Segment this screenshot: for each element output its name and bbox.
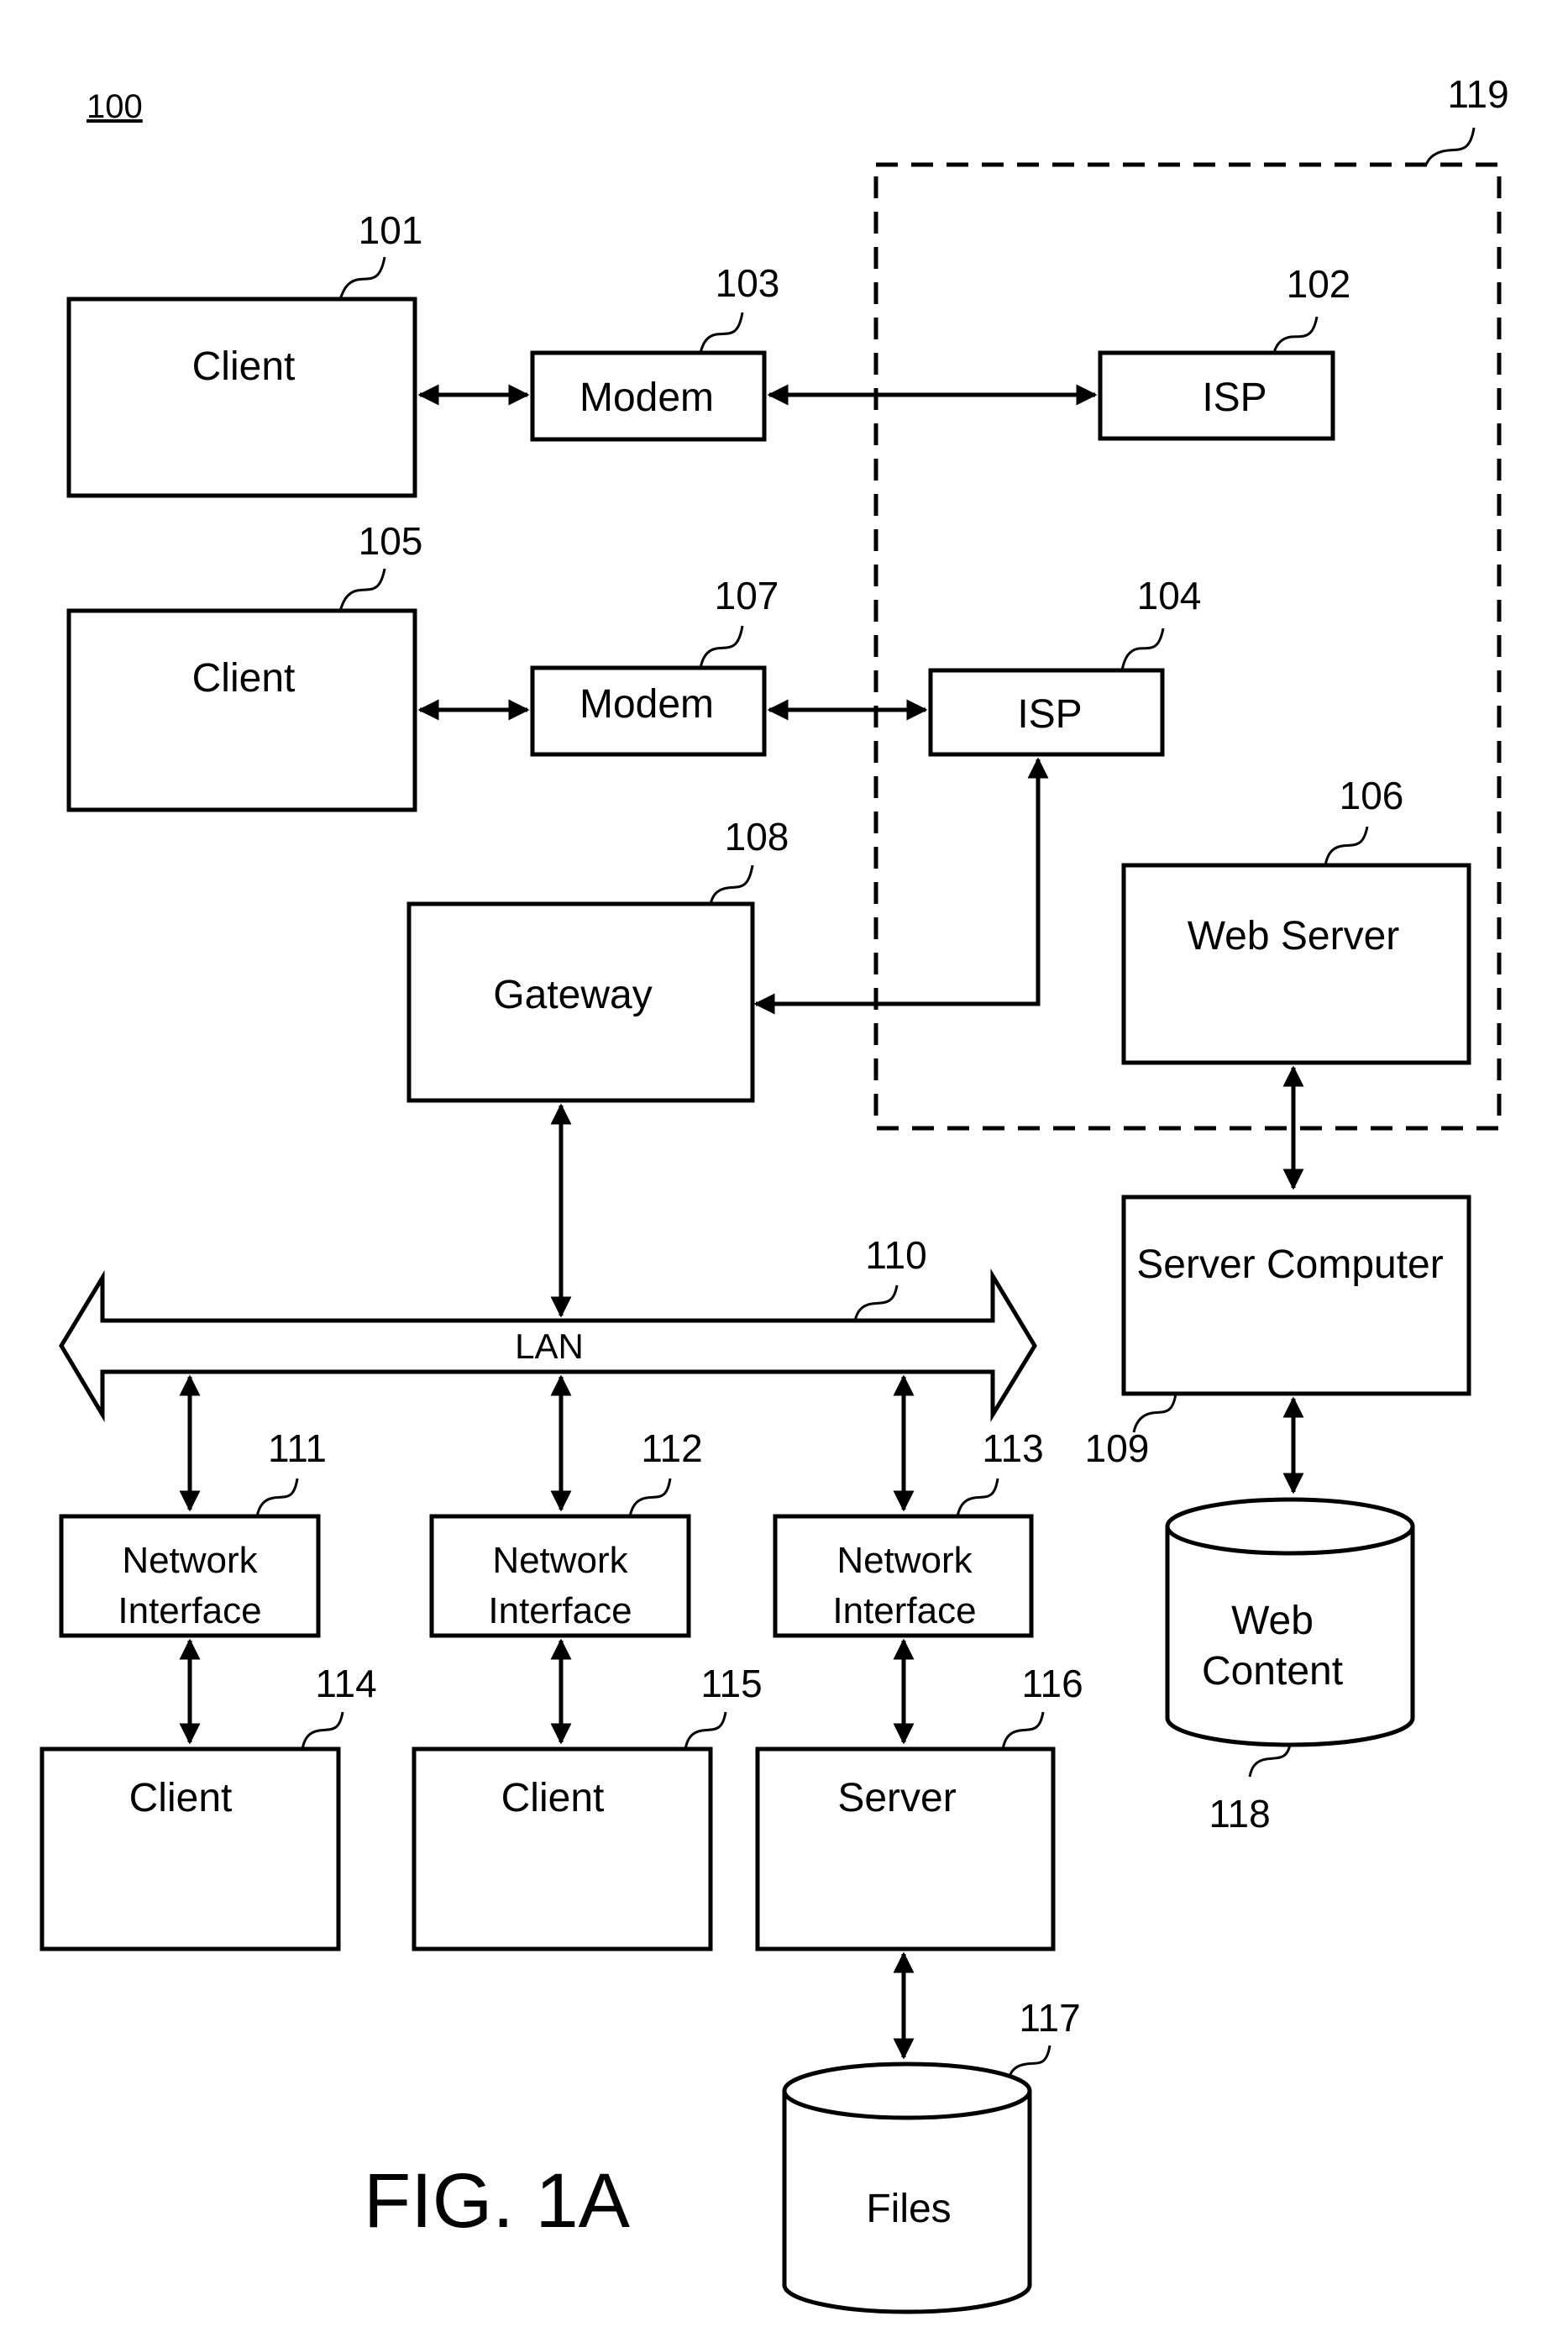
ref-114: 114 [315,1662,376,1705]
leader-112 [628,1478,672,1517]
leader-118 [1248,1744,1292,1778]
isp-102-label: ISP [1202,376,1266,420]
ref-109: 109 [1085,1426,1150,1470]
ref-117: 117 [1019,1996,1080,2040]
ni-111-label-line1: Network [122,1540,258,1581]
ref-112: 112 [641,1426,702,1470]
network-interface-113[interactable]: Network Interface [773,1514,1034,1638]
leader-116 [1001,1711,1045,1750]
ni-111-label-line2: Interface [118,1590,261,1631]
web-content-118[interactable]: Web Content [1165,1497,1415,1747]
ref-102: 102 [1287,262,1351,306]
network-interface-111[interactable]: Network Interface [59,1514,321,1638]
lan-110[interactable]: LAN [59,1268,1037,1423]
modem-107-label: Modem [579,682,714,727]
server-116-label: Server [837,1776,956,1820]
client-101-label: Client [192,344,296,389]
files-117-label: Files [866,2187,951,2231]
isp-102[interactable]: ISP [1098,350,1335,441]
client-115[interactable]: Client [412,1746,713,1951]
client-101[interactable]: Client [66,297,417,498]
gateway-108[interactable]: Gateway [406,901,755,1103]
figure-reference: 100 [87,88,143,125]
modem-107[interactable]: Modem [530,665,767,757]
client-115-label: Client [501,1776,605,1820]
leader-106 [1324,826,1369,866]
ni-112-label-line2: Interface [488,1590,632,1631]
web-server-106[interactable]: Web Server [1121,863,1471,1065]
ref-103: 103 [716,261,780,305]
client-114-label: Client [129,1776,233,1820]
figure-caption: FIG. 1A [364,2158,631,2244]
modem-103[interactable]: Modem [530,350,767,442]
network-interface-112[interactable]: Network Interface [429,1514,691,1638]
leader-114 [301,1711,344,1750]
leader-107 [699,625,744,669]
server-computer-109-label: Server Computer [1136,1242,1443,1287]
ref-108: 108 [725,815,789,859]
ref-113: 113 [982,1426,1043,1470]
web-content-118-label-line2: Content [1202,1649,1343,1694]
web-content-118-label-line1: Web [1231,1599,1314,1643]
lan-110-label: LAN [515,1326,584,1366]
ni-112-label-line1: Network [492,1540,628,1581]
client-105-label: Client [192,656,296,701]
leader-117 [1008,2045,1051,2077]
leader-115 [684,1711,727,1750]
leader-104 [1120,628,1165,671]
ref-110: 110 [865,1233,926,1277]
leader-108 [709,864,754,905]
files-117[interactable]: Files [782,2062,1032,2314]
ref-115: 115 [700,1662,762,1705]
ref-106: 106 [1340,774,1404,817]
leader-103 [699,312,744,354]
network-diagram: 100 119 Client 101 Modem 103 ISP 102 Cli… [39,72,1509,2314]
ref-119: 119 [1447,72,1508,116]
ref-101: 101 [359,208,423,252]
web-server-106-label: Web Server [1188,914,1400,959]
isp-104[interactable]: ISP [928,668,1165,757]
isp-104-label: ISP [1017,692,1082,737]
gateway-108-label: Gateway [493,973,652,1017]
ref-116: 116 [1021,1662,1083,1705]
leader-101 [338,256,386,300]
ni-113-label-line1: Network [836,1540,973,1581]
leader-111 [255,1478,299,1517]
leader-102 [1272,316,1319,354]
client-105[interactable]: Client [66,608,417,812]
ni-113-label-line2: Interface [832,1590,976,1631]
modem-103-label: Modem [579,376,714,420]
ref-118: 118 [1209,1792,1270,1836]
leader-119 [1424,127,1476,165]
server-computer-109[interactable]: Server Computer [1121,1195,1471,1396]
ref-105: 105 [359,519,423,563]
leader-113 [956,1478,999,1517]
arrow-isp104-gateway [753,757,1049,1015]
leader-110 [853,1284,899,1321]
client-114[interactable]: Client [39,1746,341,1951]
leader-105 [338,568,386,612]
ref-104: 104 [1137,574,1202,617]
server-116[interactable]: Server [755,1746,1056,1951]
ref-111: 111 [268,1426,327,1470]
ref-107: 107 [715,574,779,617]
